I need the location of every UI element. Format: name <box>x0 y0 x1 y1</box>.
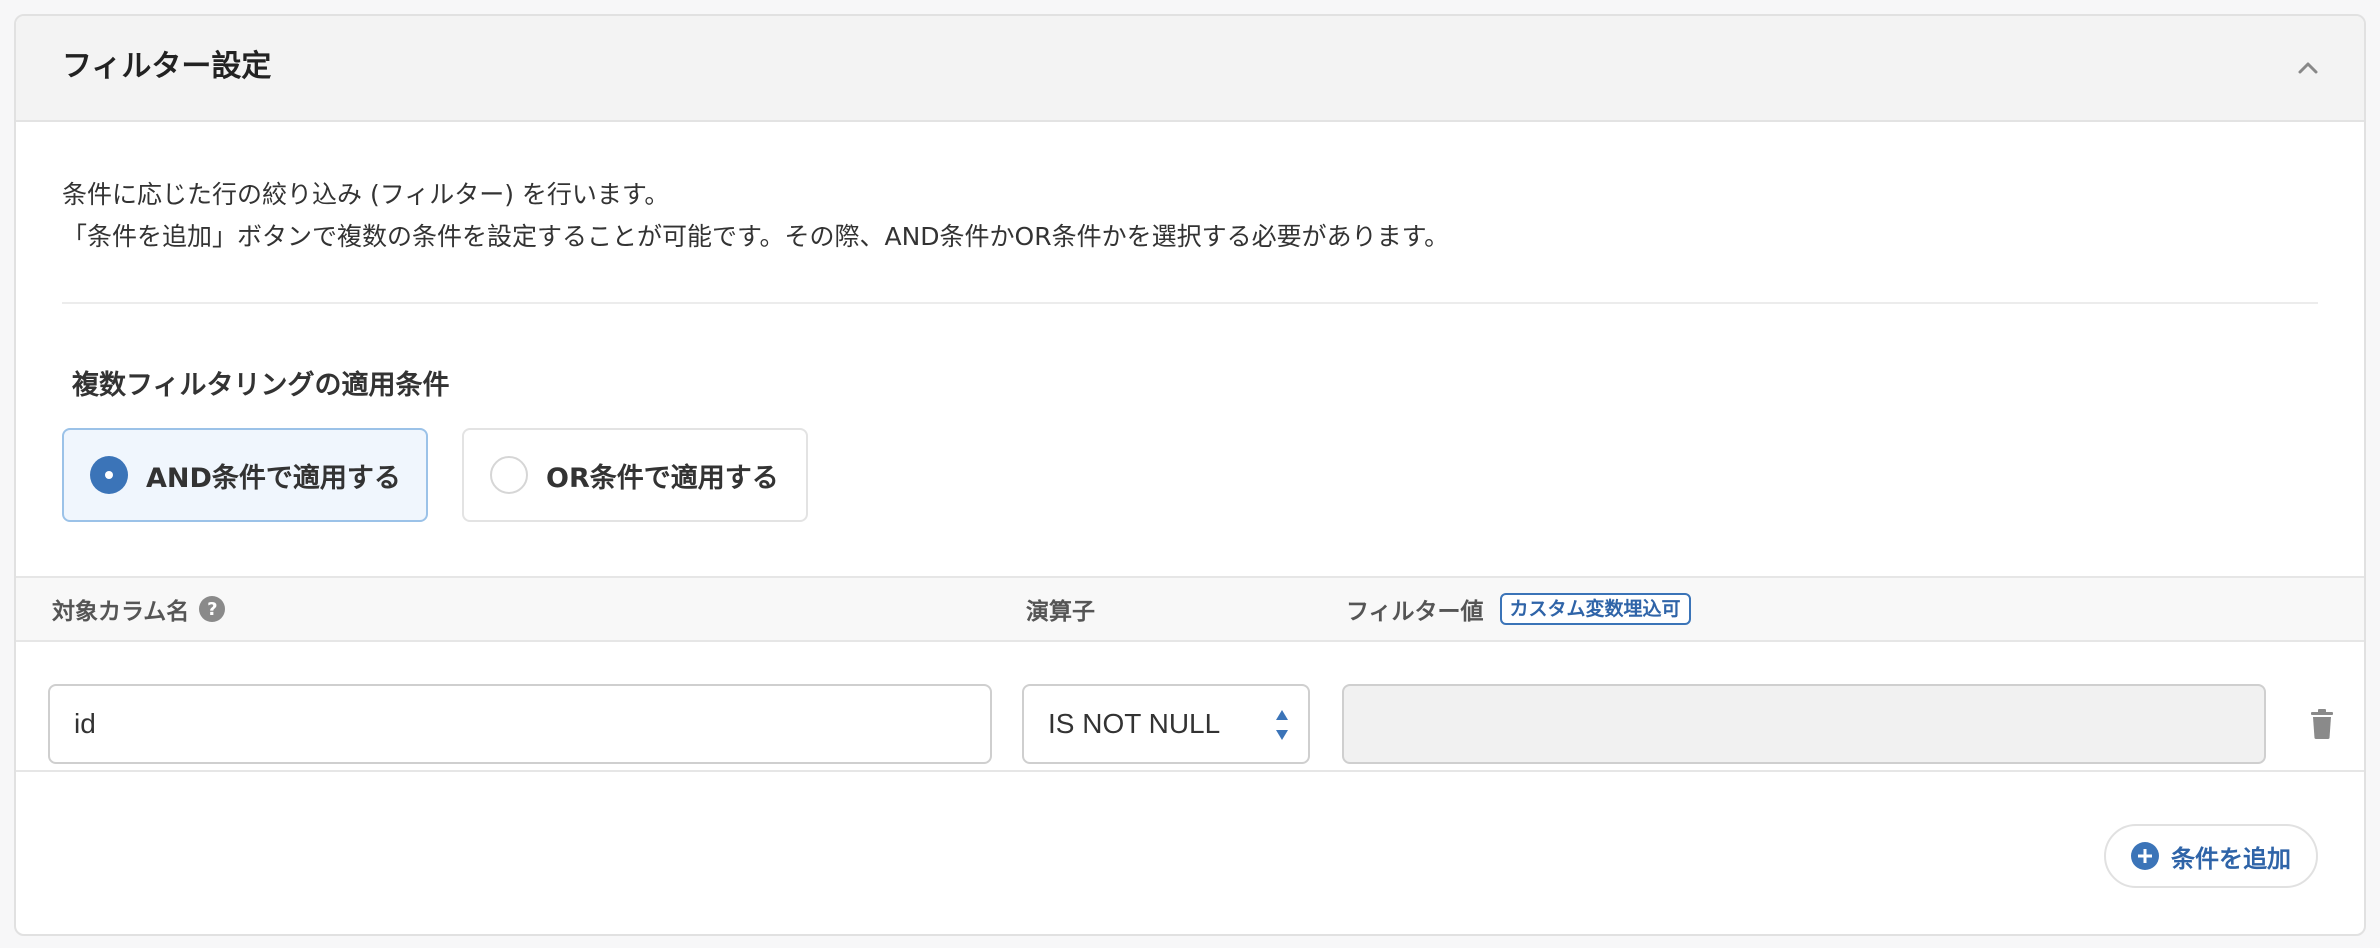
conditions-table-header: 対象カラム名 ? 演算子 フィルター値 カスタム変数埋込可 <box>16 576 2364 642</box>
custom-variable-badge: カスタム変数埋込可 <box>1499 593 1691 625</box>
multi-filter-label: 複数フィルタリングの適用条件 <box>72 370 450 401</box>
filter-value-input[interactable] <box>1342 684 2266 764</box>
divider <box>62 302 2318 304</box>
add-condition-label: 条件を追加 <box>2171 844 2291 873</box>
radio-option-and[interactable]: AND条件で適用する <box>62 428 428 522</box>
header-column-name-label: 対象カラム名 <box>52 599 190 625</box>
radio-unchecked-icon[interactable] <box>490 456 528 494</box>
header-filter-value: フィルター値 カスタム変数埋込可 <box>1346 578 1691 640</box>
condition-row: IS NOT NULL <box>16 642 2364 772</box>
filter-settings-panel: フィルター設定 条件に応じた行の絞り込み (フィルター) を行います。 「条件を… <box>14 14 2366 936</box>
help-icon[interactable]: ? <box>199 596 226 622</box>
header-operator: 演算子 <box>1026 578 1095 640</box>
chevron-up-icon <box>2298 62 2318 74</box>
plus-circle-icon <box>2131 842 2159 870</box>
panel-title: フィルター設定 <box>62 49 272 84</box>
radio-option-or-label: OR条件で適用する <box>546 462 779 494</box>
header-column-name: 対象カラム名 ? <box>52 578 226 640</box>
panel-header[interactable]: フィルター設定 <box>16 16 2364 122</box>
header-operator-label: 演算子 <box>1026 599 1095 625</box>
delete-condition-button[interactable] <box>2304 704 2340 744</box>
radio-option-or[interactable]: OR条件で適用する <box>462 428 808 522</box>
collapse-button[interactable] <box>2286 46 2330 90</box>
column-name-input[interactable] <box>48 684 992 764</box>
description-line-1: 条件に応じた行の絞り込み (フィルター) を行います。 <box>62 180 670 209</box>
operator-select[interactable]: IS NOT NULL <box>1022 684 1310 764</box>
select-arrows-icon <box>1276 710 1288 740</box>
radio-checked-icon[interactable] <box>90 456 128 494</box>
add-condition-button[interactable]: 条件を追加 <box>2104 824 2318 888</box>
trash-icon <box>2311 709 2333 739</box>
header-filter-value-label: フィルター値 <box>1346 599 1484 625</box>
operator-select-value: IS NOT NULL <box>1048 708 1221 739</box>
description: 条件に応じた行の絞り込み (フィルター) を行います。 「条件を追加」ボタンで複… <box>62 174 1449 258</box>
radio-option-and-label: AND条件で適用する <box>146 462 401 494</box>
description-line-2: 「条件を追加」ボタンで複数の条件を設定することが可能です。その際、AND条件かO… <box>62 222 1450 251</box>
